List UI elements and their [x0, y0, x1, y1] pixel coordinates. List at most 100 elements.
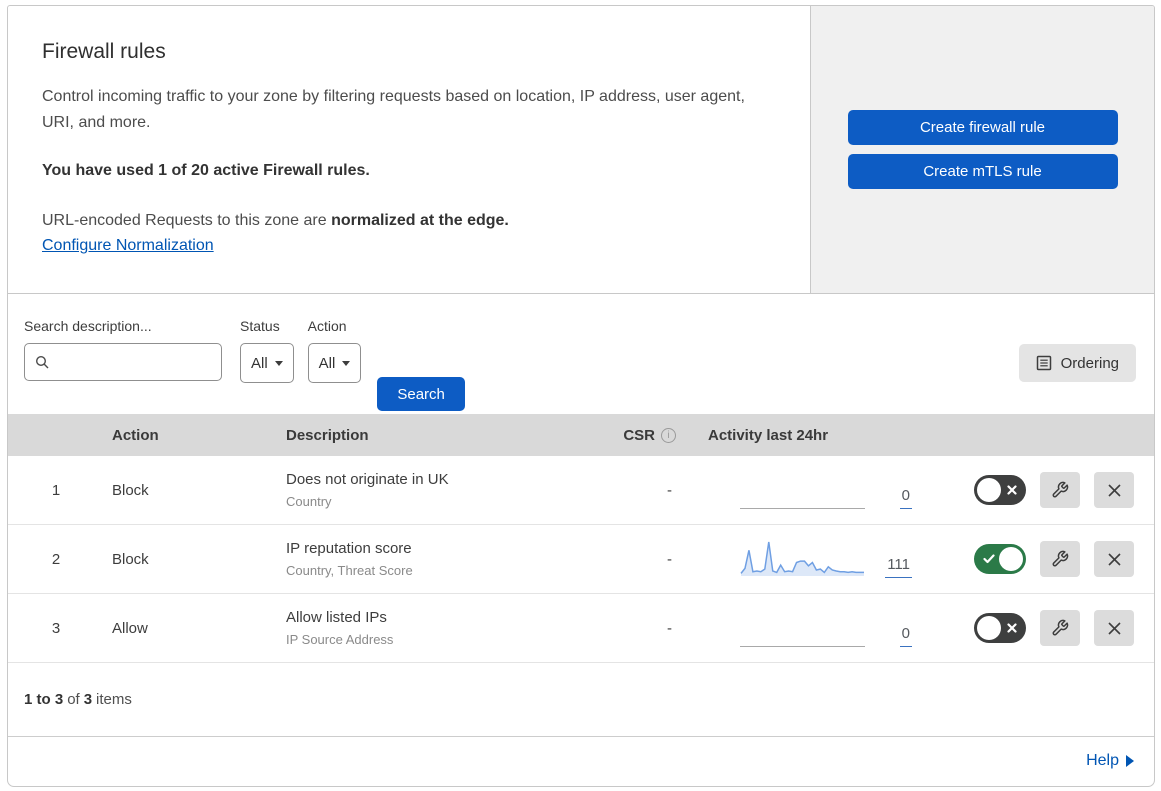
create-mtls-rule-button[interactable]: Create mTLS rule	[847, 154, 1118, 189]
info-icon[interactable]: i	[661, 427, 676, 443]
rule-csr-value: -	[667, 481, 672, 499]
search-label: Search description...	[24, 318, 152, 334]
table-body: 1 Block Does not originate in UK Country…	[8, 456, 1154, 663]
usage-summary: You have used 1 of 20 active Firewall ru…	[42, 161, 370, 179]
create-firewall-rule-button[interactable]: Create firewall rule	[847, 110, 1118, 145]
close-icon	[1107, 483, 1121, 497]
rule-activity-cell: 111	[700, 525, 930, 593]
rule-csr-value: -	[667, 619, 672, 637]
toggle-x-icon	[1007, 485, 1017, 495]
column-csr: CSR i	[600, 427, 700, 444]
ordering-list-icon	[1036, 355, 1051, 371]
column-action: Action	[112, 426, 159, 444]
status-select-value: All	[251, 354, 268, 372]
edit-rule-button[interactable]	[1040, 610, 1080, 646]
table-row: 2 Block IP reputation score Country, Thr…	[8, 525, 1154, 594]
header-section: Firewall rules Control incoming traffic …	[8, 6, 1154, 294]
page-title: Firewall rules	[42, 40, 166, 63]
status-filter-block: Status All	[240, 318, 308, 383]
normalization-bold: normalized at the edge.	[331, 211, 509, 229]
ordering-button[interactable]: Ordering	[1018, 344, 1136, 382]
normalization-prefix: URL-encoded Requests to this zone are	[42, 211, 332, 229]
action-select-value: All	[318, 354, 336, 372]
rule-action: Block	[112, 481, 149, 499]
check-icon	[983, 554, 995, 564]
configure-normalization-link[interactable]: Configure Normalization	[42, 237, 214, 255]
search-field[interactable]	[24, 343, 222, 381]
activity-sparkline	[740, 538, 865, 578]
activity-count-link[interactable]: 0	[899, 487, 912, 509]
rule-csr-value: -	[667, 550, 672, 568]
rule-fields: Country	[286, 493, 332, 509]
rule-priority: 2	[51, 550, 61, 568]
table-header: Action Description CSR i Activity last 2…	[8, 414, 1154, 456]
firewall-rules-card: Firewall rules Control incoming traffic …	[7, 5, 1155, 787]
pagination-range: 1 to 3	[24, 691, 64, 708]
column-description: Description	[286, 426, 369, 444]
toggle-x-icon	[1007, 623, 1017, 633]
rule-description[interactable]: IP reputation score	[286, 538, 600, 561]
pagination-bar: 1 to 3 of 3 items	[8, 663, 1154, 737]
rule-fields: IP Source Address	[286, 631, 394, 647]
activity-count-link[interactable]: 111	[885, 556, 912, 578]
rule-fields: Country, Threat Score	[286, 562, 413, 578]
rule-priority: 3	[51, 619, 61, 637]
wrench-icon	[1052, 550, 1069, 567]
pagination-total: 3	[83, 691, 93, 708]
close-icon	[1107, 621, 1121, 635]
table-row: 3 Allow Allow listed IPs IP Source Addre…	[8, 594, 1154, 663]
rule-description-cell: IP reputation score Country, Threat Scor…	[280, 538, 600, 580]
rule-description[interactable]: Does not originate in UK	[286, 469, 600, 492]
search-button[interactable]: Search	[377, 377, 465, 411]
actions-panel: Create firewall rule Create mTLS rule	[810, 6, 1154, 293]
rule-controls	[930, 610, 1154, 646]
arrow-right-icon	[1126, 755, 1134, 767]
wrench-icon	[1052, 619, 1069, 636]
ordering-button-label: Ordering	[1060, 354, 1119, 372]
rule-priority: 1	[51, 481, 61, 499]
rule-activity-cell: 0	[700, 594, 930, 662]
column-csr-label: CSR	[623, 426, 655, 444]
rule-description-cell: Allow listed IPs IP Source Address	[280, 607, 600, 649]
toggle-knob	[999, 547, 1023, 571]
search-icon	[35, 355, 49, 368]
enable-toggle[interactable]	[974, 544, 1026, 574]
table-row: 1 Block Does not originate in UK Country…	[8, 456, 1154, 525]
page-description: Control incoming traffic to your zone by…	[42, 88, 745, 131]
toggle-knob	[977, 478, 1001, 502]
action-filter-block: Action All	[307, 318, 376, 383]
chevron-down-icon	[342, 360, 351, 366]
search-input[interactable]	[58, 354, 211, 370]
rule-action: Block	[112, 550, 149, 568]
action-label: Action	[307, 318, 347, 334]
help-link[interactable]: Help	[1086, 752, 1134, 770]
rule-description[interactable]: Allow listed IPs	[286, 607, 600, 630]
status-select[interactable]: All	[240, 343, 294, 383]
activity-count-link[interactable]: 0	[899, 625, 912, 647]
activity-sparkline	[740, 469, 865, 509]
action-select[interactable]: All	[307, 343, 362, 383]
rule-description-cell: Does not originate in UK Country	[280, 469, 600, 511]
rule-controls	[930, 472, 1154, 508]
delete-rule-button[interactable]	[1094, 472, 1134, 508]
normalization-text: URL-encoded Requests to this zone are no…	[42, 208, 776, 234]
wrench-icon	[1052, 481, 1069, 498]
rule-activity-cell: 0	[700, 456, 930, 524]
chevron-down-icon	[274, 360, 283, 366]
help-bar: Help	[8, 737, 1154, 785]
header-content: Firewall rules Control incoming traffic …	[8, 6, 810, 293]
status-label: Status	[240, 318, 280, 334]
edit-rule-button[interactable]	[1040, 472, 1080, 508]
column-activity: Activity last 24hr	[708, 426, 829, 444]
help-label: Help	[1086, 752, 1119, 769]
enable-toggle[interactable]	[974, 475, 1026, 505]
rule-action: Allow	[112, 619, 148, 637]
delete-rule-button[interactable]	[1094, 541, 1134, 577]
delete-rule-button[interactable]	[1094, 610, 1134, 646]
activity-sparkline	[740, 607, 865, 647]
pagination-items: items	[96, 691, 132, 708]
enable-toggle[interactable]	[974, 613, 1026, 643]
pagination-of: of	[67, 691, 80, 708]
search-block: Search description...	[24, 318, 240, 381]
edit-rule-button[interactable]	[1040, 541, 1080, 577]
